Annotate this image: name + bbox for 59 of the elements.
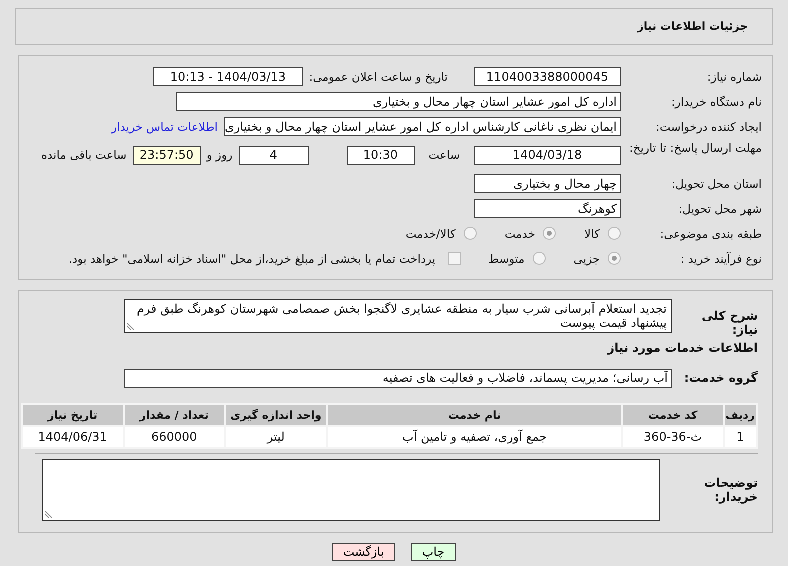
- field-label: روز و: [206, 148, 233, 162]
- field-label: ساعت: [428, 148, 460, 162]
- checkbox[interactable]: [448, 252, 461, 265]
- radio-button[interactable]: [608, 227, 621, 240]
- table-cell: لیتر: [225, 426, 328, 448]
- field-label: نام دستگاه خریدار:: [670, 94, 762, 108]
- field-label: شماره نیاز:: [706, 70, 762, 84]
- section-heading: اطلاعات خدمات مورد نیاز: [606, 341, 758, 355]
- resize-grip-icon: [45, 511, 52, 518]
- table-cell: 1404/06/31: [22, 426, 124, 448]
- field-label: استان محل تحویل:: [670, 176, 762, 190]
- field-label: طبقه بندی موضوعی:: [659, 226, 762, 240]
- radio-label: کالا: [584, 226, 600, 240]
- table-cell: ث-36-360: [622, 426, 724, 448]
- column-header: نام خدمت: [327, 404, 622, 426]
- field-label: ایجاد کننده درخواست:: [655, 120, 762, 134]
- radio-label: خدمت: [504, 226, 536, 240]
- field-label: نوع فرآیند خرید :: [680, 252, 762, 266]
- city-field: کوهرنگ: [474, 199, 621, 218]
- column-header: تاریخ نیاز: [22, 404, 124, 426]
- radio-button[interactable]: [532, 252, 546, 265]
- column-header: واحد اندازه گیری: [225, 404, 328, 426]
- creator-field: ایمان نظری ناغانی کارشناس اداره کل امور عشایر استان چهار محال و بختیاری: [224, 117, 621, 136]
- column-header: تعداد / مقدار: [124, 404, 226, 426]
- radio-label: جزیی: [574, 252, 600, 266]
- column-header: کد خدمت: [622, 404, 724, 426]
- table-cell: 660000: [124, 426, 226, 448]
- deadline-time-field: 10:30: [346, 146, 415, 164]
- field-label: ساعت باقی مانده: [42, 148, 127, 162]
- header-title: جزئیات اطلاعات نیاز: [638, 20, 748, 33]
- field-label: توضیحات خریدار:: [703, 476, 758, 504]
- field-label: شهر محل تحویل:: [678, 202, 762, 216]
- field-label: مهلت ارسال پاسخ: تا تاریخ:: [628, 140, 762, 155]
- need-number-field: 1104003388000045: [474, 67, 621, 86]
- resize-grip-icon: [127, 323, 134, 330]
- announce-date-field: 1404/03/13 - 10:13: [153, 67, 304, 86]
- field-label: تاریخ و ساعت اعلان عمومی:: [309, 70, 448, 84]
- buyer-contact-link[interactable]: اطلاعات تماس خریدار: [111, 120, 218, 134]
- payment-note: پرداخت تمام یا بخشی از مبلغ خرید،از محل "اسناد خزانه اسلامی" خواهد بود.: [68, 252, 436, 266]
- field-label: گروه خدمت:: [684, 371, 758, 385]
- column-header: ردیف: [724, 404, 757, 426]
- radio-button[interactable]: [464, 227, 477, 240]
- back-button[interactable]: بازگشت: [332, 543, 396, 561]
- field-label: شرح کلی نیاز:: [700, 308, 758, 337]
- deadline-date-field: 1404/03/18: [474, 146, 621, 164]
- radio-label: کالا/خدمت: [406, 226, 456, 240]
- province-field: چهار محال و بختیاری: [474, 174, 621, 193]
- remaining-time-field: 23:57:50: [132, 146, 201, 164]
- print-button[interactable]: چاپ: [411, 543, 456, 561]
- buyer-field: اداره کل امور عشایر استان چهار محال و بختیاری: [176, 92, 621, 111]
- table-cell: جمع آوری، تصفیه و تامین آب: [327, 426, 622, 448]
- service-group-field: آب رسانی؛ مدیریت پسماند، فاضلاب و فعالیت های تصفیه: [124, 368, 672, 388]
- days-field: 4: [238, 146, 309, 164]
- summary-textarea[interactable]: تجدید استعلام آبرسانی شرب سیار به منطقه عشایری لاگنجوا بخش صمصامی شهرستان کوهرنگ طبق فرم پیشنهاد قیمت پیوست: [124, 299, 672, 333]
- radio-button[interactable]: [608, 252, 621, 265]
- buyer-notes-textarea[interactable]: [42, 459, 660, 521]
- radio-label: متوسط: [488, 252, 525, 266]
- radio-button[interactable]: [543, 227, 556, 240]
- table-cell: 1: [724, 426, 757, 448]
